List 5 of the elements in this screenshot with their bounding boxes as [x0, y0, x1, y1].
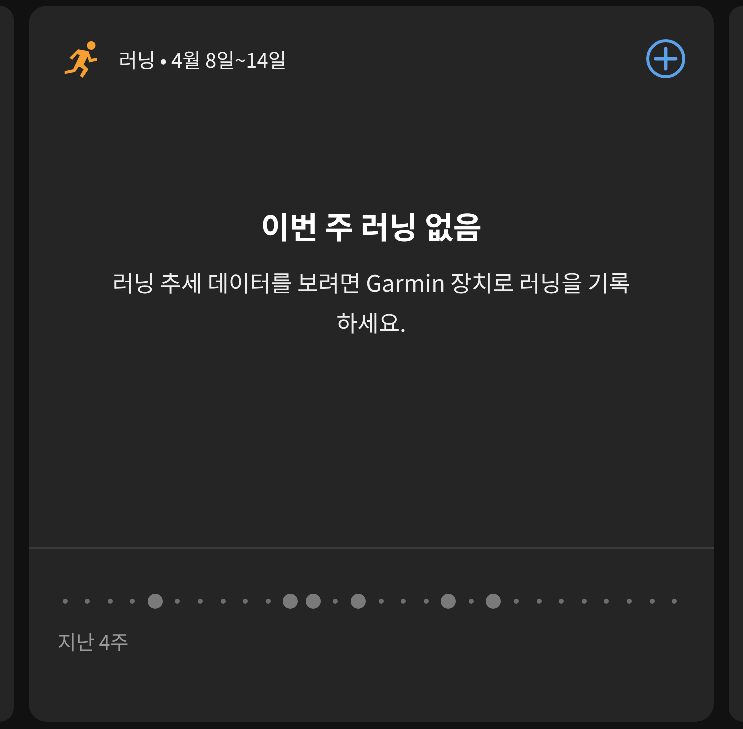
card-title: 러닝 • 4월 8일~14일	[119, 44, 288, 74]
add-button[interactable]	[646, 39, 686, 79]
period-label: 지난 4주	[57, 627, 130, 656]
empty-message: 러닝 추세 데이터를 보려면 Garmin 장치로 러닝을 기록하세요.	[112, 264, 632, 341]
empty-title: 이번 주 러닝 없음	[260, 203, 483, 248]
